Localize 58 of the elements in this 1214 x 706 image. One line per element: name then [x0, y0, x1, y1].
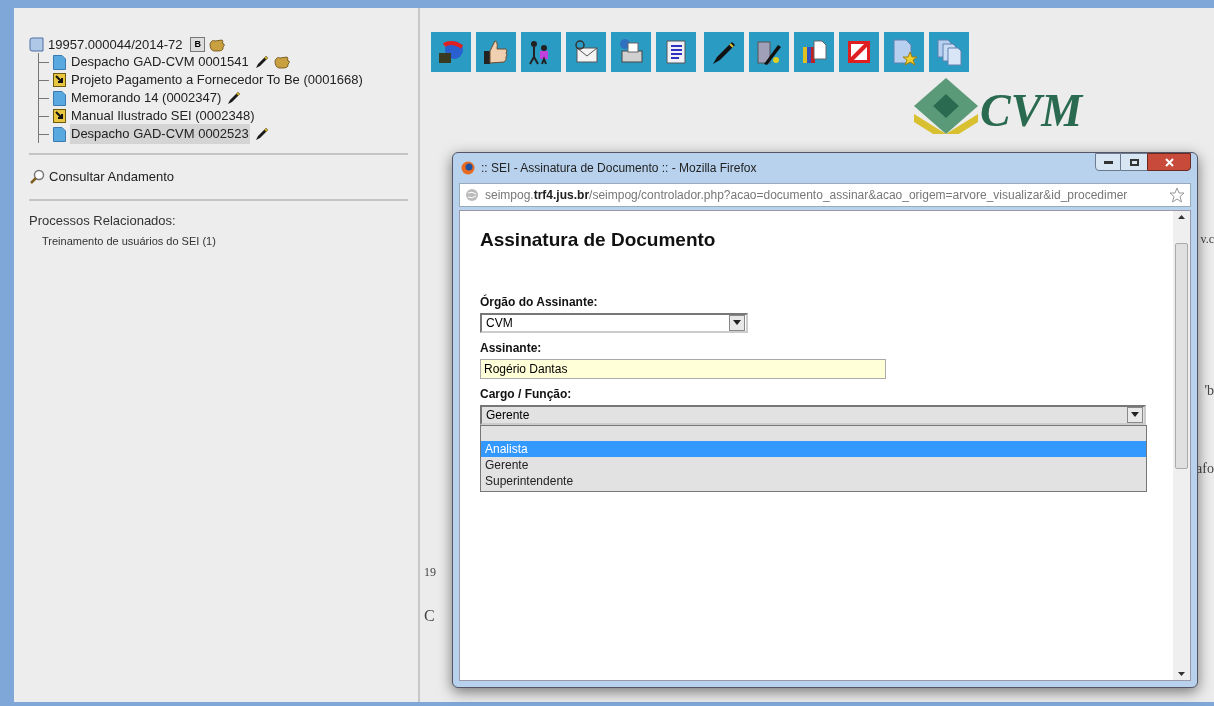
background-text: 19: [424, 564, 436, 581]
background-text: C: [424, 606, 435, 626]
tree-document-link[interactable]: Despacho GAD-CVM 0001541: [70, 52, 250, 72]
document-icon: [53, 126, 66, 142]
document-icon: [53, 54, 66, 70]
toolbar-button[interactable]: [611, 32, 651, 72]
toolbar-button[interactable]: [839, 32, 879, 72]
toolbar-button[interactable]: [749, 32, 789, 72]
dropdown-field[interactable]: CVM: [480, 312, 748, 333]
related-processes-title: Processos Relacionados:: [29, 211, 177, 230]
toolbar-button[interactable]: [476, 32, 516, 72]
logo-emblem-icon: [914, 78, 978, 134]
address-bar[interactable]: seimpog.trf4.jus.br/seimpog/controlador.php?acao=documento_assinar&acao_origem=arvore_visualizar&id_procedimer: [459, 183, 1191, 207]
field-label: Órgão do Assinante:: [480, 293, 599, 311]
globe-icon: [465, 188, 479, 202]
browser-logo-icon: [461, 161, 475, 175]
related-process-link[interactable]: Treinamento de usuários do SEI (1): [42, 233, 408, 250]
arrow-document-icon: [53, 109, 66, 123]
bookmark-star-icon: [1169, 187, 1185, 203]
process-folder-icon: [29, 37, 44, 52]
tree-document-link[interactable]: Memorando 14 (0002347): [70, 88, 223, 108]
window-title: :: SEI - Assinatura de Documento :: - Mozilla Firefox: [481, 160, 758, 177]
logo-text: CVM: [980, 88, 1083, 134]
background-text: 'b: [1204, 382, 1214, 400]
document-icon: [53, 90, 66, 106]
close-icon: [1164, 157, 1174, 167]
tree-document-link[interactable]: Despacho GAD-CVM 0002523: [70, 124, 250, 144]
arrow-document-icon: [53, 73, 66, 87]
toolbar-button[interactable]: [794, 32, 834, 72]
process-badge: B: [190, 37, 205, 52]
minimize-button[interactable]: [1095, 153, 1121, 171]
search-icon: [29, 168, 45, 185]
scroll-down-arrow-icon[interactable]: [1178, 672, 1185, 676]
copy-icon: [934, 37, 964, 67]
consult-progress-link[interactable]: Consultar Andamento: [49, 167, 175, 187]
background-text: v.c: [1200, 231, 1214, 248]
tree-document-link[interactable]: Manual Ilustrado SEI (0002348): [70, 106, 256, 126]
tree-document-link[interactable]: Projeto Pagamento a Fornecedor To Be (0001668): [70, 70, 364, 90]
page-heading: Assinatura de Documento: [480, 228, 717, 252]
toolbar-button[interactable]: [521, 32, 561, 72]
dropdown-option[interactable]: Superintendente: [481, 472, 1146, 489]
url-text: seimpog.trf4.jus.br/seimpog/controlador.php?acao=documento_assinar&acao_origem=arvore_visualizar&id_procedimer: [485, 187, 1129, 204]
close-button[interactable]: [1147, 153, 1191, 171]
process-number[interactable]: 19957.000044/2014-72: [48, 34, 183, 55]
toolbar-button[interactable]: [566, 32, 606, 72]
field-label: Assinante:: [480, 339, 543, 357]
field-label: Cargo / Função:: [480, 385, 573, 403]
scrollbar-thumb[interactable]: [1175, 242, 1188, 469]
text-input-field[interactable]: Rogério Dantas: [480, 358, 886, 379]
dropdown-option[interactable]: Gerente: [481, 456, 1146, 473]
scrollbar[interactable]: [1173, 211, 1190, 680]
toolbar-button[interactable]: [704, 32, 744, 72]
scroll-up-arrow-icon[interactable]: [1178, 215, 1185, 219]
toolbar-button[interactable]: [656, 32, 696, 72]
maximize-button[interactable]: [1121, 153, 1147, 171]
dropdown-caret-icon: [729, 314, 745, 331]
dropdown-caret-icon: [1127, 406, 1143, 423]
dropdown-field[interactable]: Gerente: [480, 404, 1146, 425]
